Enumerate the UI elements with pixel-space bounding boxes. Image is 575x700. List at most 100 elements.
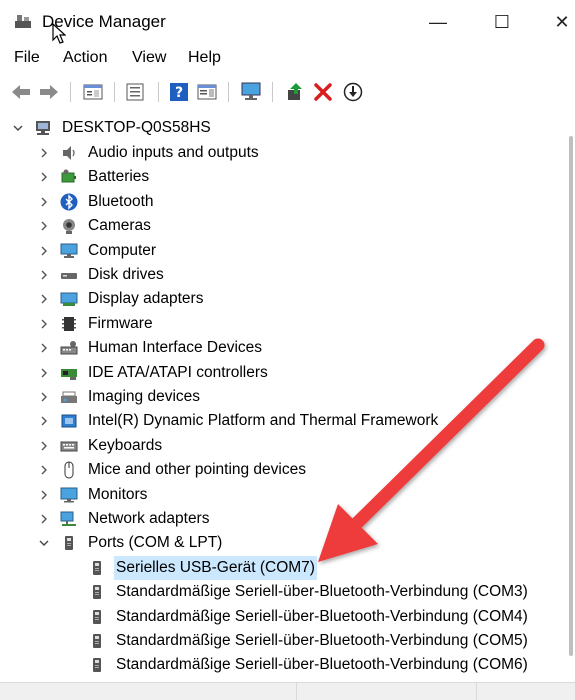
scrollbar-thumb[interactable]: [569, 136, 573, 656]
chevron-right-icon[interactable]: [38, 367, 50, 379]
tree-category-display-adapters[interactable]: Display adapters: [38, 287, 205, 311]
chevron-right-icon[interactable]: [38, 269, 50, 281]
tree-category-cameras[interactable]: Cameras: [38, 214, 153, 238]
tree-category-label: Bluetooth: [88, 192, 154, 210]
port-icon: [88, 632, 106, 650]
tree-category-network-adapters[interactable]: Network adapters: [38, 507, 211, 531]
tree-category-intel-r-dynamic-platform-and-thermal-framework[interactable]: Intel(R) Dynamic Platform and Thermal Fr…: [38, 409, 440, 433]
chevron-right-icon[interactable]: [38, 171, 50, 183]
monitor-icon[interactable]: [240, 81, 262, 103]
chevron-right-icon[interactable]: [38, 147, 50, 159]
svg-text:?: ?: [175, 85, 183, 101]
port-device-item[interactable]: Standardmäßige Seriell-über-Bluetooth-Ve…: [88, 653, 530, 677]
tree-category-label: IDE ATA/ATAPI controllers: [88, 363, 268, 381]
tree-category-human-interface-devices[interactable]: Human Interface Devices: [38, 336, 264, 360]
chevron-right-icon[interactable]: [38, 245, 50, 257]
chevron-right-icon[interactable]: [38, 342, 50, 354]
tree-category-batteries[interactable]: Batteries: [38, 165, 151, 189]
firmware-icon: [60, 315, 78, 333]
chevron-right-icon[interactable]: [38, 489, 50, 501]
properties-icon[interactable]: [82, 81, 104, 103]
chevron-right-icon[interactable]: [38, 293, 50, 305]
maximize-button[interactable]: ☐: [482, 8, 522, 36]
tree-root[interactable]: DESKTOP-Q0S58HS: [12, 116, 213, 140]
chevron-right-icon[interactable]: [38, 415, 50, 427]
back-icon[interactable]: [10, 81, 32, 103]
port-icon: [88, 656, 106, 674]
disk-drive-icon: [60, 266, 78, 284]
tree-category-ide-ata-atapi-controllers[interactable]: IDE ATA/ATAPI controllers: [38, 361, 270, 385]
menu-help[interactable]: Help: [188, 49, 221, 67]
console-tree-icon[interactable]: [124, 81, 146, 103]
tree-category-label: Intel(R) Dynamic Platform and Thermal Fr…: [88, 412, 439, 430]
device-tree: DESKTOP-Q0S58HS Audio inputs and outputs…: [0, 116, 575, 682]
chevron-right-icon[interactable]: [38, 391, 50, 403]
display-adapter-icon: [60, 290, 78, 308]
hid-icon: [60, 339, 78, 357]
tree-category-label: Disk drives: [88, 266, 164, 283]
tree-category-label: Ports (COM & LPT): [88, 534, 223, 552]
toolbar: ?: [0, 76, 575, 108]
tree-category-computer[interactable]: Computer: [38, 239, 158, 263]
chevron-right-icon[interactable]: [38, 464, 50, 476]
port-device-item[interactable]: Standardmäßige Seriell-über-Bluetooth-Ve…: [88, 580, 530, 604]
uninstall-icon[interactable]: [312, 81, 334, 103]
update-driver-icon[interactable]: [284, 81, 306, 103]
ide-controller-icon: [60, 364, 78, 382]
bluetooth-icon: [60, 193, 78, 211]
port-icon: [88, 608, 106, 626]
minimize-button[interactable]: —: [418, 8, 458, 36]
tree-category-label: Computer: [88, 241, 157, 259]
menu-bar: File Action View Help: [0, 46, 575, 72]
toolbar-separator: [70, 82, 71, 102]
disable-device-icon[interactable]: [342, 81, 364, 103]
forward-icon[interactable]: [38, 81, 60, 103]
port-icon: [88, 583, 106, 601]
chevron-down-icon[interactable]: [38, 537, 50, 549]
port-device-item[interactable]: Serielles USB-Gerät (COM7): [88, 555, 317, 580]
tree-category-monitors[interactable]: Monitors: [38, 483, 149, 507]
menu-file[interactable]: File: [14, 49, 40, 67]
network-adapter-icon: [60, 510, 78, 528]
tree-category-imaging-devices[interactable]: Imaging devices: [38, 385, 202, 409]
thermal-icon: [60, 412, 78, 430]
chevron-right-icon[interactable]: [38, 196, 50, 208]
tree-category-label: Batteries: [88, 168, 150, 186]
chevron-right-icon[interactable]: [38, 440, 50, 452]
tree-root-label: DESKTOP-Q0S58HS: [62, 119, 211, 136]
menu-view[interactable]: View: [132, 49, 166, 67]
tree-category-audio-inputs-and-outputs[interactable]: Audio inputs and outputs: [38, 141, 261, 165]
toolbar-separator: [272, 82, 273, 102]
port-device-item[interactable]: Standardmäßige Seriell-über-Bluetooth-Ve…: [88, 605, 530, 629]
help-icon[interactable]: ?: [168, 81, 190, 103]
computer-icon: [60, 242, 78, 260]
tree-category-keyboards[interactable]: Keyboards: [38, 434, 164, 458]
computer-root-icon: [34, 119, 52, 137]
chevron-right-icon[interactable]: [38, 513, 50, 525]
tree-category-ports-com-lpt[interactable]: Ports (COM & LPT): [38, 531, 224, 555]
port-device-label: Standardmäßige Seriell-über-Bluetooth-Ve…: [116, 656, 528, 674]
toolbar-separator: [114, 82, 115, 102]
tree-category-mice-and-other-pointing-devices[interactable]: Mice and other pointing devices: [38, 458, 308, 482]
tree-category-label: Monitors: [88, 485, 148, 503]
camera-icon: [60, 217, 78, 235]
close-button[interactable]: ✕: [542, 8, 575, 36]
vertical-scrollbar[interactable]: [565, 116, 575, 682]
tree-category-label: Firmware: [88, 314, 153, 332]
port-device-item[interactable]: Standardmäßige Seriell-über-Bluetooth-Ve…: [88, 629, 530, 653]
device-manager-icon: [14, 12, 32, 30]
tree-category-label: Audio inputs and outputs: [88, 144, 259, 161]
tree-category-label: Display adapters: [88, 290, 204, 308]
tree-category-disk-drives[interactable]: Disk drives: [38, 263, 166, 287]
chevron-right-icon[interactable]: [38, 220, 50, 232]
toolbar-separator: [158, 82, 159, 102]
tree-category-label: Network adapters: [88, 510, 210, 527]
tree-category-firmware[interactable]: Firmware: [38, 312, 155, 336]
menu-action[interactable]: Action: [63, 49, 107, 67]
port-icon: [88, 559, 106, 577]
port-device-label: Standardmäßige Seriell-über-Bluetooth-Ve…: [116, 607, 528, 625]
tree-category-bluetooth[interactable]: Bluetooth: [38, 190, 156, 214]
chevron-right-icon[interactable]: [38, 318, 50, 330]
action-pane-icon[interactable]: [196, 81, 218, 103]
chevron-down-icon[interactable]: [12, 122, 24, 134]
